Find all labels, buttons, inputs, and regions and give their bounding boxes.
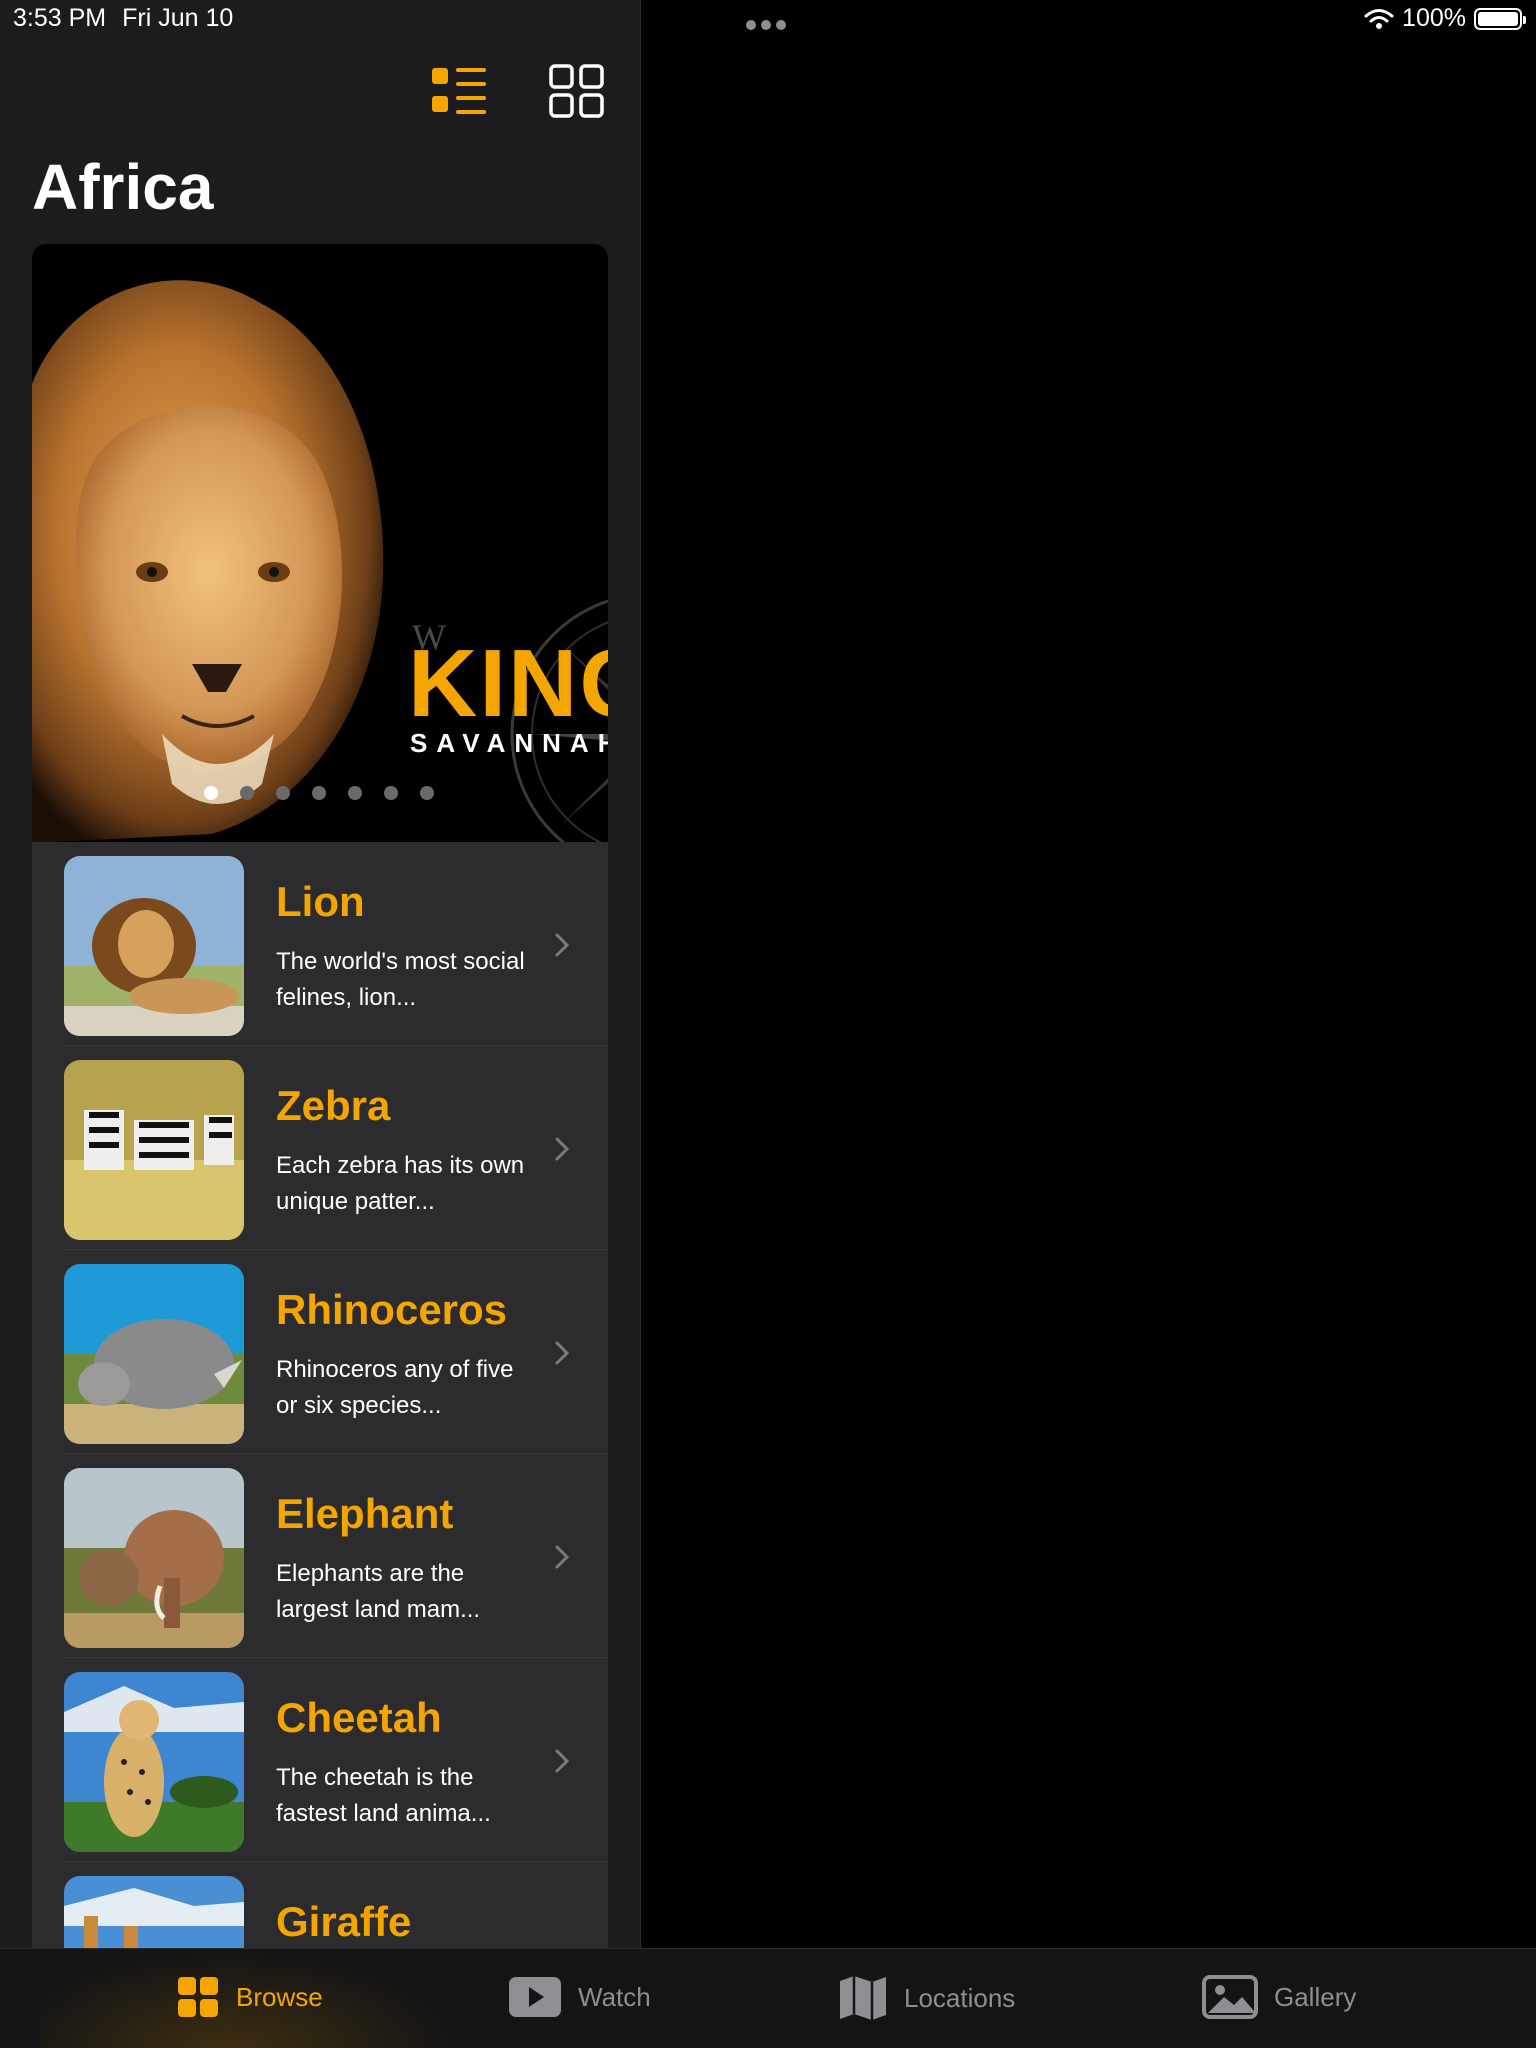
- tab-watch[interactable]: Watch: [508, 1975, 651, 2019]
- page-dot[interactable]: [384, 786, 398, 800]
- page-dot[interactable]: [204, 786, 218, 800]
- tab-browse[interactable]: Browse: [176, 1975, 323, 2019]
- page-dot[interactable]: [348, 786, 362, 800]
- animal-description: Elephants are the largest land mam...: [276, 1560, 481, 1623]
- animal-description: The cheetah is the fastest land anima...: [276, 1764, 491, 1827]
- lion-hero-image: [32, 280, 384, 842]
- animal-name: Giraffe: [276, 1898, 412, 1945]
- status-date: Fri Jun 10: [122, 4, 234, 32]
- tab-label: Locations: [904, 1982, 1016, 2013]
- app-screen: Africa W KIN SAVANNAH Lion The world's m…: [0, 0, 1536, 2048]
- battery-percent: 100%: [1402, 4, 1466, 32]
- status-time: 3:53 PM: [13, 4, 107, 32]
- animal-list: Lion The world's most social felines, li…: [32, 842, 608, 1948]
- page-indicator[interactable]: [204, 786, 434, 800]
- chevron-right-icon: [555, 1341, 570, 1365]
- list-item-cheetah[interactable]: Cheetah The cheetah is the fastest land …: [32, 1658, 608, 1862]
- list-item-elephant[interactable]: Elephant Elephants are the largest land …: [32, 1454, 608, 1658]
- giraffe-thumbnail: [64, 1876, 244, 1948]
- chevron-right-icon: [555, 933, 570, 957]
- hero-title: KING: [408, 630, 608, 737]
- map-icon: [840, 1976, 886, 2020]
- list-item-lion[interactable]: Lion The world's most social felines, li…: [32, 842, 608, 1046]
- hero-subtitle: SAVANNAH: [410, 728, 608, 758]
- tab-gallery[interactable]: Gallery: [1202, 1975, 1356, 2019]
- tab-label: Gallery: [1274, 1981, 1357, 2012]
- animal-description: Rhinoceros any of five or six species...: [276, 1356, 514, 1419]
- lion-thumbnail: [64, 856, 244, 1036]
- list-item-rhinoceros[interactable]: Rhinoceros Rhinoceros any of five or six…: [32, 1250, 608, 1454]
- tab-label: Browse: [236, 1981, 323, 2012]
- animal-name: Zebra: [276, 1082, 391, 1129]
- list-item-giraffe[interactable]: Giraffe: [32, 1862, 608, 1948]
- grid-icon: [178, 1977, 218, 2017]
- sidebar: Africa W KIN SAVANNAH Lion The world's m…: [0, 0, 641, 1948]
- hero-carousel[interactable]: W KING SAVANNAH: [32, 244, 608, 842]
- play-icon: [509, 1977, 561, 2017]
- zebra-thumbnail: [64, 1060, 244, 1240]
- cheetah-thumbnail: [64, 1672, 244, 1852]
- photo-icon: [1202, 1975, 1258, 2019]
- page-dot[interactable]: [240, 786, 254, 800]
- tab-label: Watch: [578, 1981, 651, 2012]
- tab-bar: Browse Watch Locations Gallery: [0, 1948, 1536, 2048]
- multitasking-icon[interactable]: [746, 20, 786, 30]
- animal-description: The world's most social felines, lion...: [276, 948, 525, 1011]
- wifi-icon: [1364, 8, 1394, 29]
- battery-icon: [1474, 7, 1526, 30]
- chevron-right-icon: [555, 1749, 570, 1773]
- status-time-date: 3:53 PM Fri Jun 10: [13, 4, 233, 33]
- page-dot[interactable]: [312, 786, 326, 800]
- animal-name: Cheetah: [276, 1694, 442, 1741]
- view-toggle: [430, 64, 606, 118]
- rhinoceros-thumbnail: [64, 1264, 244, 1444]
- page-title: Africa: [32, 151, 214, 223]
- elephant-thumbnail: [64, 1468, 244, 1648]
- chevron-right-icon: [555, 1545, 570, 1569]
- page-dot[interactable]: [420, 786, 434, 800]
- animal-name: Lion: [276, 878, 365, 925]
- list-view-icon[interactable]: [430, 64, 488, 118]
- chevron-right-icon: [555, 1137, 570, 1161]
- animal-name: Rhinoceros: [276, 1286, 508, 1333]
- list-item-zebra[interactable]: Zebra Each zebra has its own unique patt…: [32, 1046, 608, 1250]
- page-dot[interactable]: [276, 786, 290, 800]
- animal-name: Elephant: [276, 1490, 454, 1537]
- grid-view-icon[interactable]: [548, 64, 606, 118]
- status-indicators: 100%: [1364, 4, 1526, 33]
- tab-locations[interactable]: Locations: [838, 1975, 1015, 2021]
- animal-description: Each zebra has its own unique patter...: [276, 1152, 525, 1215]
